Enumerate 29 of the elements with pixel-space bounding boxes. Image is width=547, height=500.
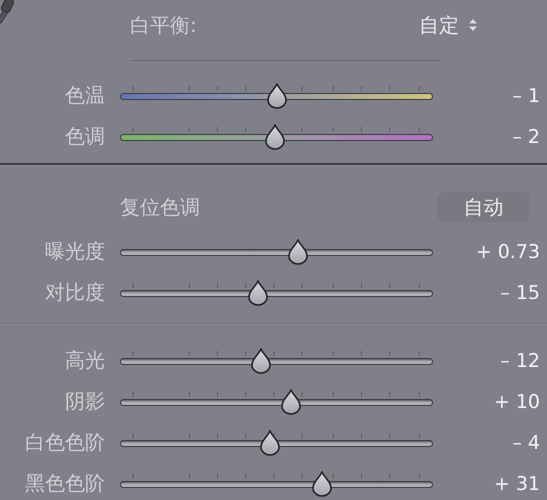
slider-thumb[interactable] — [264, 124, 286, 150]
slider-thumb[interactable] — [266, 82, 288, 108]
auto-button[interactable]: 自动 — [437, 192, 530, 222]
slider-value: – 15 — [499, 282, 540, 304]
slider-value: + 31 — [492, 472, 540, 494]
slider-label: 色调 — [64, 123, 105, 150]
slider-label: 对比度 — [44, 279, 105, 306]
slider-thumb[interactable] — [310, 470, 333, 496]
slider-value: + 10 — [492, 390, 540, 412]
slider-label: 黑色色阶 — [24, 470, 105, 497]
slider-thumb[interactable] — [259, 430, 282, 456]
slider-value: – 4 — [511, 432, 540, 454]
balance-mode-label: 白平衡: — [130, 12, 197, 38]
reset-tone-label: 复位色调 — [120, 194, 200, 220]
slider-thumb[interactable] — [250, 348, 272, 374]
slider-value: + 0.73 — [474, 240, 540, 262]
slider-label: 色温 — [64, 82, 105, 109]
slider-value: – 1 — [511, 84, 540, 106]
slider-value: – 12 — [499, 350, 540, 372]
slider-label: 白色色阶 — [24, 429, 105, 456]
slider-label: 曝光度 — [44, 238, 105, 265]
slider-thumb[interactable] — [287, 238, 310, 264]
balance-mode-dropdown[interactable]: 自定 — [419, 12, 459, 38]
up-down-arrows-icon[interactable] — [469, 19, 477, 31]
slider-thumb[interactable] — [280, 388, 302, 414]
slider-label: 阴影 — [64, 388, 105, 415]
slider-thumb[interactable] — [246, 280, 269, 306]
slider-value: – 2 — [511, 126, 540, 148]
slider-label: 高光 — [64, 347, 105, 374]
